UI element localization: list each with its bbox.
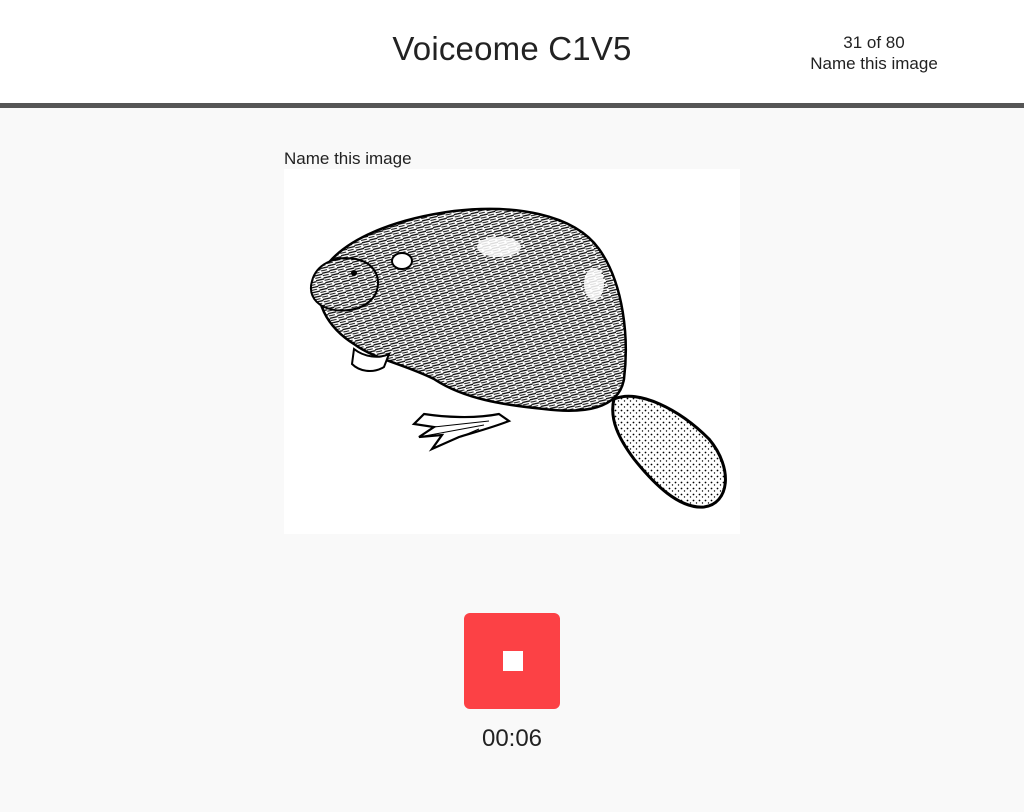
prompt-label: Name this image xyxy=(284,149,412,168)
stop-recording-button[interactable] xyxy=(464,613,560,709)
progress-indicator: 31 of 80 Name this image xyxy=(794,32,954,74)
progress-count: 31 of 80 xyxy=(843,33,905,52)
stop-icon xyxy=(503,651,523,671)
task-name: Name this image xyxy=(810,54,938,73)
stimulus-image xyxy=(284,169,740,534)
recording-timer: 00:06 xyxy=(481,725,543,752)
beaver-illustration xyxy=(309,207,727,509)
app-header: Voiceome C1V5 31 of 80 Name this image xyxy=(0,0,1024,108)
